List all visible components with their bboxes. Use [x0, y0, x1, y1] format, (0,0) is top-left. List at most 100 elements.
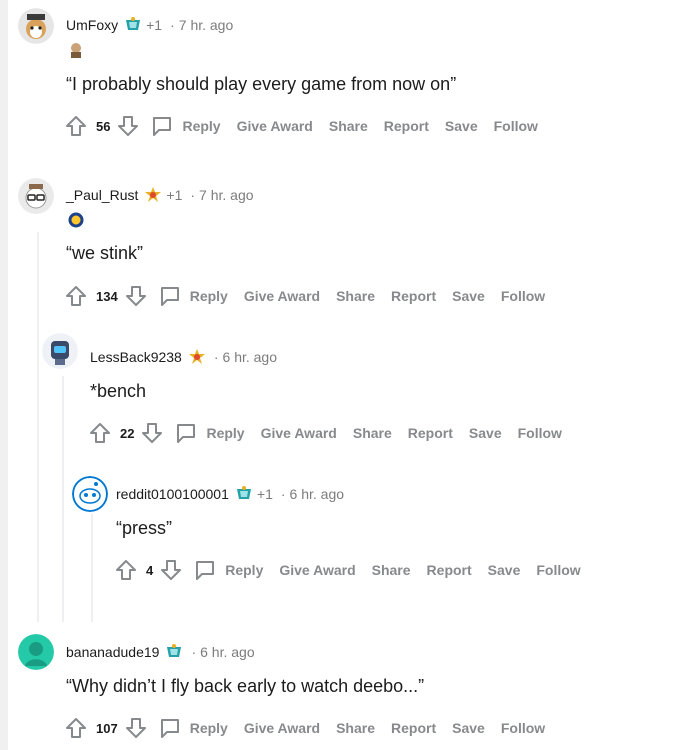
save-button[interactable]: Save: [488, 562, 521, 578]
follow-button[interactable]: Follow: [518, 425, 562, 441]
separator: ·: [191, 644, 197, 660]
report-button[interactable]: Report: [427, 562, 472, 578]
reply-button[interactable]: Reply: [158, 716, 228, 740]
share-button[interactable]: Share: [353, 425, 392, 441]
upvote-icon[interactable]: [64, 716, 88, 740]
reply-label: Reply: [189, 720, 228, 736]
thread-line[interactable]: [37, 232, 39, 622]
reply-button[interactable]: Reply: [174, 421, 245, 445]
avatar[interactable]: [72, 476, 108, 512]
give-award-button[interactable]: Give Award: [237, 118, 313, 134]
comment-bubble-icon: [160, 719, 179, 738]
report-button[interactable]: Report: [384, 118, 429, 134]
vote-count: 134: [96, 288, 118, 304]
give-award-button[interactable]: Give Award: [279, 562, 355, 578]
comment-body: “Why didn’t I fly back early to watch de…: [66, 676, 425, 696]
player-flair-icon: [71, 43, 81, 58]
comment-body: *bench: [90, 381, 147, 401]
award-icon[interactable]: [235, 485, 253, 503]
reply-label: Reply: [182, 118, 221, 134]
save-button[interactable]: Save: [469, 425, 502, 441]
timestamp[interactable]: 6 hr. ago: [200, 644, 255, 660]
comment-body: “press”: [116, 518, 173, 538]
report-button[interactable]: Report: [391, 288, 436, 304]
separator: ·: [170, 17, 175, 33]
reply-button[interactable]: Reply: [158, 284, 228, 308]
avatar[interactable]: [18, 8, 54, 44]
award-count: +1: [166, 187, 183, 203]
comment-actions: 22 Reply Give Award Share Report Save Fo…: [88, 421, 578, 445]
give-award-button[interactable]: Give Award: [261, 425, 337, 441]
award-icon[interactable]: [188, 348, 206, 366]
username[interactable]: reddit0100100001: [116, 486, 229, 502]
share-button[interactable]: Share: [372, 562, 411, 578]
follow-button[interactable]: Follow: [501, 720, 545, 736]
timestamp[interactable]: 7 hr. ago: [199, 187, 254, 203]
page-left-gutter: [0, 0, 8, 750]
separator: ·: [280, 486, 286, 502]
comment-actions: 107 Reply Give Award Share Report Save F…: [64, 716, 561, 740]
award-count: +1: [256, 486, 273, 502]
vote-count: 22: [120, 425, 135, 441]
share-button[interactable]: Share: [329, 118, 368, 134]
share-button[interactable]: Share: [336, 720, 375, 736]
user-flair: [68, 212, 84, 228]
timestamp[interactable]: 6 hr. ago: [290, 486, 345, 502]
give-award-button[interactable]: Give Award: [244, 720, 320, 736]
reply-label: Reply: [189, 288, 228, 304]
downvote-icon[interactable]: [124, 284, 148, 308]
vote-count: 107: [96, 720, 118, 736]
give-award-button[interactable]: Give Award: [244, 288, 320, 304]
comment-header: _Paul_Rust +1 · 7 hr. ago: [66, 186, 254, 204]
avatar[interactable]: [18, 634, 54, 670]
username[interactable]: LessBack9238: [90, 349, 182, 365]
downvote-icon[interactable]: [159, 558, 183, 582]
share-button[interactable]: Share: [336, 288, 375, 304]
save-button[interactable]: Save: [452, 288, 485, 304]
downvote-icon[interactable]: [116, 114, 140, 138]
username[interactable]: UmFoxy: [66, 17, 118, 33]
follow-button[interactable]: Follow: [536, 562, 580, 578]
thread-line[interactable]: [62, 376, 64, 622]
comment-bubble-icon: [196, 561, 215, 580]
username[interactable]: bananadude19: [66, 644, 159, 660]
thread-line[interactable]: [91, 514, 93, 622]
fox-avatar-icon: [18, 8, 54, 44]
separator: ·: [213, 349, 219, 365]
comment-bubble-icon: [160, 287, 179, 306]
upvote-icon[interactable]: [64, 284, 88, 308]
timestamp[interactable]: 7 hr. ago: [179, 17, 234, 33]
upvote-icon[interactable]: [114, 558, 138, 582]
avatar[interactable]: [42, 333, 78, 369]
award-count: +1: [146, 17, 163, 33]
comment-bubble-icon: [153, 117, 172, 136]
downvote-icon[interactable]: [124, 716, 148, 740]
upvote-icon[interactable]: [88, 421, 112, 445]
save-button[interactable]: Save: [452, 720, 485, 736]
default-avatar-icon: [18, 634, 54, 670]
report-button[interactable]: Report: [408, 425, 453, 441]
robot-avatar-icon: [42, 333, 78, 369]
follow-button[interactable]: Follow: [501, 288, 545, 304]
reply-label: Reply: [225, 562, 264, 578]
comment-header: bananadude19 · 6 hr. ago: [66, 643, 255, 661]
downvote-icon[interactable]: [140, 421, 164, 445]
follow-button[interactable]: Follow: [494, 118, 538, 134]
avatar[interactable]: [18, 178, 54, 214]
reply-button[interactable]: Reply: [193, 558, 263, 582]
save-button[interactable]: Save: [445, 118, 478, 134]
report-button[interactable]: Report: [391, 720, 436, 736]
upvote-icon[interactable]: [64, 114, 88, 138]
award-icon[interactable]: [124, 16, 142, 34]
user-flair: [68, 42, 84, 58]
award-icon[interactable]: [144, 186, 162, 204]
comment-body: “I probably should play every game from …: [66, 74, 457, 94]
comment-actions: 56 Reply Give Award Share Report Save Fo…: [64, 114, 554, 138]
timestamp[interactable]: 6 hr. ago: [223, 349, 278, 365]
reply-button[interactable]: Reply: [150, 114, 221, 138]
vote-count: 56: [96, 118, 111, 134]
comment-bubble-icon: [177, 424, 196, 443]
username[interactable]: _Paul_Rust: [66, 187, 138, 203]
comment-header: UmFoxy +1 · 7 hr. ago: [66, 16, 233, 34]
award-icon[interactable]: [165, 643, 183, 661]
